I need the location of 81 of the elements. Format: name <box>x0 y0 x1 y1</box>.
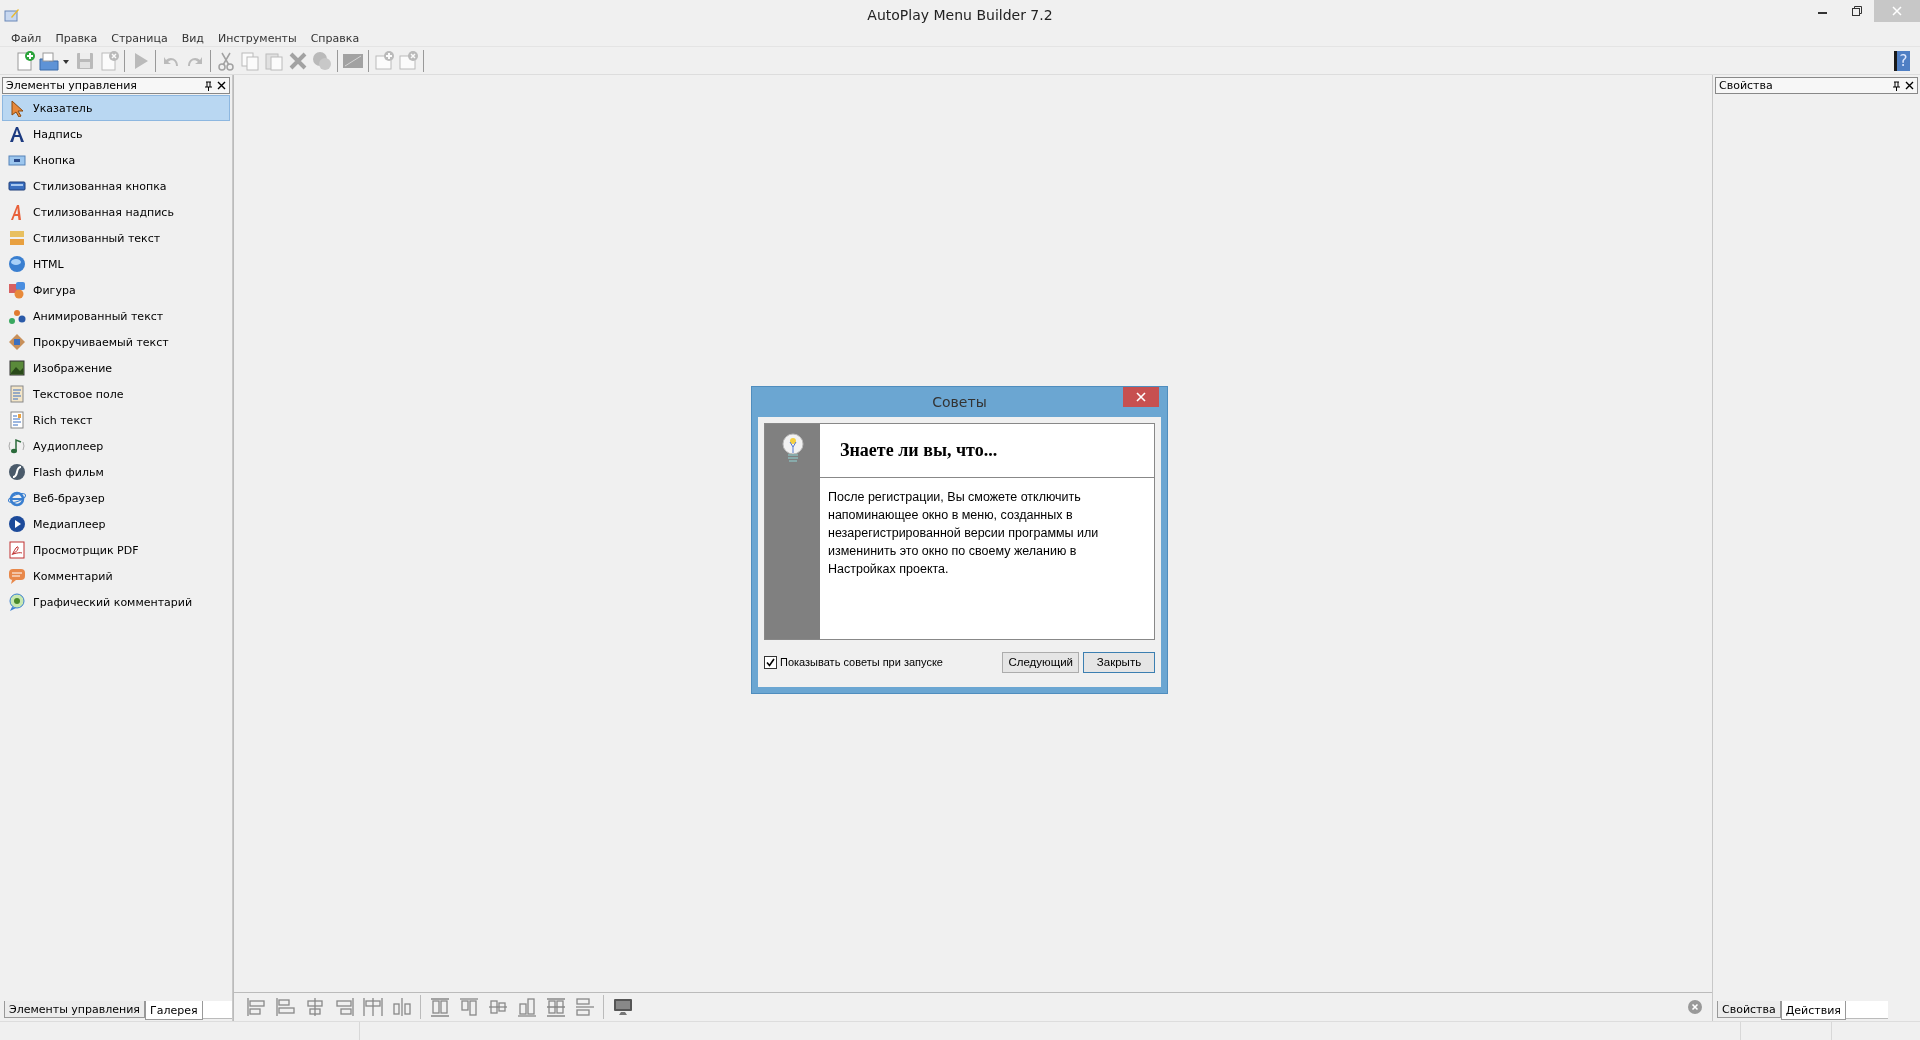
rich-text-icon <box>8 411 26 429</box>
toolbox-item[interactable]: Фигура <box>2 277 230 303</box>
new-file-icon <box>14 49 36 72</box>
toolbox-item[interactable]: Просмотрщик PDF <box>2 537 230 563</box>
letter-icon <box>8 125 26 143</box>
menu-item[interactable]: Справка <box>303 30 367 46</box>
app-icon <box>4 7 20 23</box>
toolbox-item[interactable]: Rich текст <box>2 407 230 433</box>
panel-tab[interactable]: Галерея <box>145 1001 203 1020</box>
space-horizontal-icon <box>390 996 413 1018</box>
panel-title: Свойства <box>1719 79 1774 92</box>
globe-icon <box>8 255 26 273</box>
toolbox-item[interactable]: HTML <box>2 251 230 277</box>
copy-icon <box>239 49 261 72</box>
close-icon <box>1892 6 1902 16</box>
window-title: AutoPlay Menu Builder 7.2 <box>867 7 1053 23</box>
music-note-icon <box>8 437 26 455</box>
dialog-button[interactable]: Следующий <box>1002 651 1079 673</box>
space-vertical-icon <box>573 996 596 1018</box>
toolbox-item[interactable]: Графический комментарий <box>2 589 230 615</box>
close-icon[interactable] <box>1905 81 1914 90</box>
add-page-icon <box>373 49 395 72</box>
align-columns-icon <box>361 996 384 1018</box>
image-icon <box>8 359 26 377</box>
image-bubble-icon <box>8 593 26 611</box>
toolbox-item[interactable]: Прокручиваемый текст <box>2 329 230 355</box>
show-tips-checkbox[interactable]: Показывать советы при запуске <box>764 655 943 669</box>
close-icon[interactable] <box>217 81 226 90</box>
toolbox-item[interactable]: Веб-браузер <box>2 485 230 511</box>
media-player-icon <box>8 515 26 533</box>
toolbox-item[interactable]: Стилизованная кнопка <box>2 173 230 199</box>
monitor-icon <box>611 996 634 1018</box>
menu-item[interactable]: Правка <box>48 30 105 46</box>
align-top-icon <box>457 996 480 1018</box>
panel-title: Элементы управления <box>6 79 138 92</box>
panel-tab[interactable]: Свойства <box>1717 1001 1781 1018</box>
toolbox-item[interactable]: Стилизованная надпись <box>2 199 230 225</box>
toolbox-item[interactable]: Медиаплеер <box>2 511 230 537</box>
tip-text: После регистрации, Вы сможете отключить напоминающее окно в меню, созданных в незарегистрированной версии программы или изменинить это окно по своему желанию в Настройках проекта. <box>827 489 1100 578</box>
pin-icon[interactable] <box>1891 80 1901 91</box>
toolbox-item[interactable]: Надпись <box>2 121 230 147</box>
menu-item[interactable]: Вид <box>174 30 211 46</box>
toolbox-item[interactable]: Изображение <box>2 355 230 381</box>
close-button[interactable] <box>1123 387 1159 407</box>
align-left-icon <box>274 996 297 1018</box>
speech-bubble-icon <box>8 567 26 585</box>
toolbox-item[interactable]: Анимированный текст <box>2 303 230 329</box>
toolbox-item[interactable]: Указатель <box>2 95 230 121</box>
toolbox-item[interactable]: Комментарий <box>2 563 230 589</box>
align-top-icon <box>428 996 451 1018</box>
remove-page-icon <box>397 49 419 72</box>
pointer-icon <box>8 99 26 117</box>
align-rows-icon <box>544 996 567 1018</box>
text-field-icon <box>8 385 26 403</box>
menu-item[interactable]: Файл <box>4 30 49 46</box>
folder-icon <box>38 49 72 72</box>
browser-icon <box>8 489 26 507</box>
menu-item[interactable]: Инструменты <box>210 30 304 46</box>
restore-icon <box>1852 6 1862 16</box>
align-bottom-icon <box>515 996 538 1018</box>
align-left-icon <box>245 996 268 1018</box>
toolbox-item[interactable]: Текстовое поле <box>2 381 230 407</box>
toolbox-item[interactable]: Flash фильм <box>2 459 230 485</box>
menu-item[interactable]: Страница <box>104 30 175 46</box>
dialog-button[interactable]: Закрыть <box>1083 651 1155 673</box>
close-file-icon <box>98 49 120 72</box>
discs-icon <box>311 49 333 72</box>
checkmark-icon <box>766 657 775 667</box>
toolbox-item[interactable]: Аудиоплеер <box>2 433 230 459</box>
shapes-icon <box>8 281 26 299</box>
toolbox-item[interactable]: Стилизованный текст <box>2 225 230 251</box>
pdf-icon <box>8 541 26 559</box>
panel-tab[interactable]: Элементы управления <box>4 1001 145 1018</box>
flash-icon <box>8 463 26 481</box>
close-icon <box>1136 392 1146 402</box>
diamond-icon <box>8 333 26 351</box>
pin-icon[interactable] <box>203 80 213 91</box>
panel-tab[interactable]: Действия <box>1780 1001 1846 1020</box>
toolbox-item[interactable]: Кнопка <box>2 147 230 173</box>
tip-heading: Знаете ли вы, что... <box>840 440 998 461</box>
dialog-title: Советы <box>931 394 988 410</box>
